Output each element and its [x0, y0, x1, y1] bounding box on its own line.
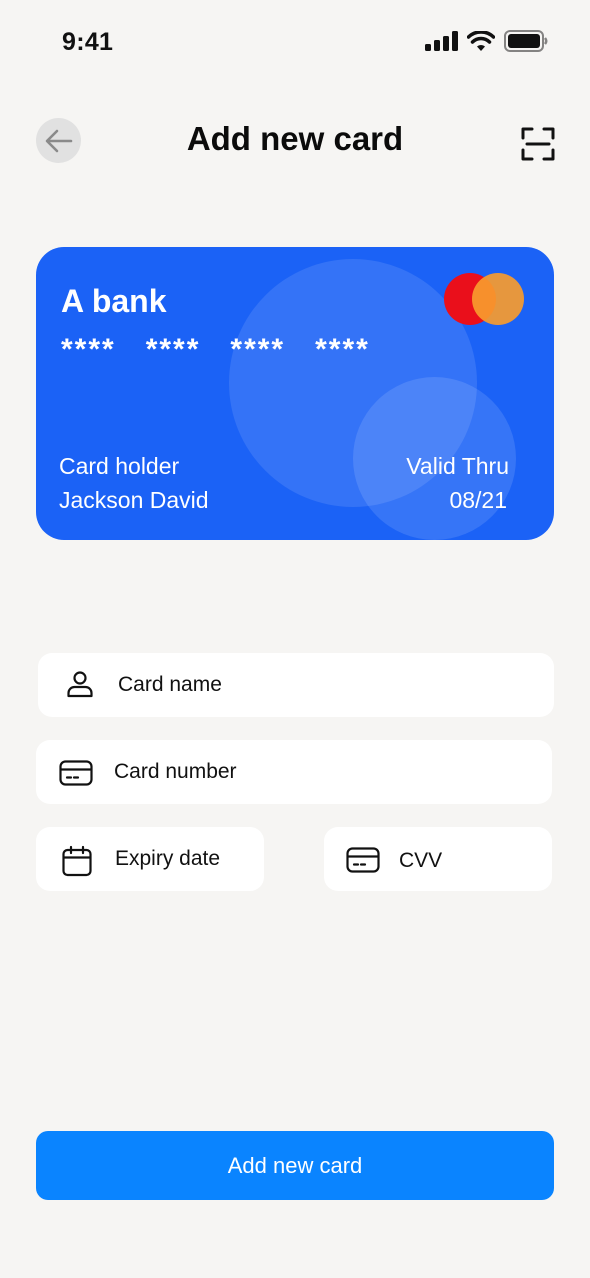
card-name-input[interactable]: [118, 670, 518, 700]
expiry-date-input[interactable]: [115, 844, 255, 874]
user-icon: [64, 668, 96, 700]
status-time: 9:41: [62, 28, 114, 56]
card-number-group: ****: [61, 333, 116, 366]
add-card-screen: 9:41 Add new card A bank **** **** **** …: [0, 0, 590, 1278]
wifi-icon: [467, 30, 495, 51]
battery-icon: [504, 30, 548, 52]
card-number-group: ****: [230, 333, 286, 366]
card-holder-label: Card holder: [59, 453, 180, 479]
card-number-field[interactable]: [36, 740, 552, 804]
credit-card-preview: A bank **** **** **** **** Card holder J…: [36, 247, 554, 540]
bank-name: A bank: [61, 283, 167, 319]
valid-thru-date: 08/21: [449, 487, 507, 513]
cvv-field[interactable]: [324, 827, 552, 891]
credit-card-icon: [346, 847, 380, 873]
expiry-date-field[interactable]: [36, 827, 264, 891]
credit-card-icon: [59, 760, 93, 786]
card-name-field[interactable]: [38, 653, 554, 717]
status-icons: [425, 30, 548, 52]
calendar-icon: [61, 845, 93, 877]
signal-icon: [425, 31, 458, 51]
valid-thru-label: Valid Thru: [406, 453, 509, 479]
card-number-group: ****: [315, 333, 370, 366]
mastercard-logo: [444, 273, 524, 325]
page-title: Add new card: [186, 120, 404, 157]
card-number-group: ****: [145, 333, 201, 366]
masked-card-number: **** **** **** ****: [61, 333, 370, 367]
scan-card-button[interactable]: [520, 126, 556, 162]
cvv-input[interactable]: [399, 846, 539, 876]
scan-icon: [521, 127, 555, 161]
card-number-input[interactable]: [114, 757, 514, 787]
card-holder-name: Jackson David: [59, 487, 209, 513]
add-new-card-button[interactable]: Add new card: [36, 1131, 554, 1200]
